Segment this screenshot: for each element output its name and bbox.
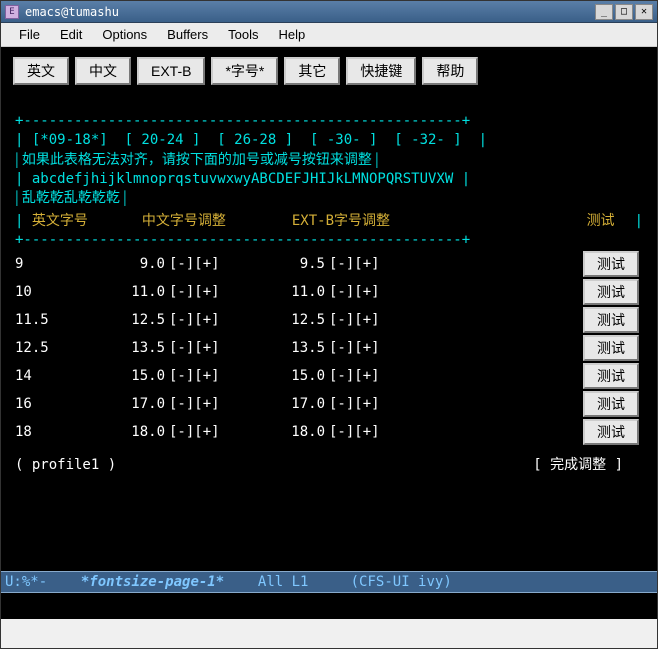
ext-adjust[interactable]: [-][+] bbox=[325, 283, 395, 302]
ext-size: 13.5 bbox=[265, 339, 325, 358]
col-cn: 中文字号调整 bbox=[142, 212, 292, 231]
ext-size: 18.0 bbox=[265, 423, 325, 442]
cn-size: 15.0 bbox=[105, 367, 165, 386]
separator-top: +---------------------------------------… bbox=[15, 113, 470, 129]
table-row: 1617.0[-][+]17.0[-][+]测试 bbox=[5, 390, 653, 418]
preset-row[interactable]: | [*09-18*] [ 20-24 ] [ 26-28 ] [ -30- ]… bbox=[15, 132, 487, 148]
menu-tools[interactable]: Tools bbox=[218, 25, 268, 44]
app-window: E emacs@tumashu _ □ ✕ File Edit Options … bbox=[0, 0, 658, 649]
ext-adjust[interactable]: [-][+] bbox=[325, 395, 395, 414]
tab-shortcuts[interactable]: 快捷键 bbox=[346, 57, 416, 85]
test-button[interactable]: 测试 bbox=[583, 391, 639, 417]
cn-adjust[interactable]: [-][+] bbox=[165, 423, 235, 442]
col-ext: EXT-B字号调整 bbox=[292, 212, 462, 231]
menu-edit[interactable]: Edit bbox=[50, 25, 92, 44]
cjk-sample-row: | 𠄀𠄁乱乾乾𠄂𠄃𠄄𠄅𠄆𠄀𠄁乱乾乾𠄂𠄃𠄄乾𠄂𠄃𠄄𠄅𠄆 | bbox=[15, 187, 127, 207]
ext-size: 9.5 bbox=[265, 255, 325, 274]
cn-size: 12.5 bbox=[105, 311, 165, 330]
maximize-button[interactable]: □ bbox=[615, 4, 633, 20]
modeline-modes: (CFS-UI ivy) bbox=[351, 573, 452, 592]
col-test: 测试 bbox=[587, 212, 615, 231]
close-button[interactable]: ✕ bbox=[635, 4, 653, 20]
table-row: 99.0[-][+]9.5[-][+]测试 bbox=[5, 250, 653, 278]
cn-adjust[interactable]: [-][+] bbox=[165, 283, 235, 302]
test-button[interactable]: 测试 bbox=[583, 335, 639, 361]
test-button[interactable]: 测试 bbox=[583, 363, 639, 389]
en-size: 11.5 bbox=[15, 311, 105, 330]
ext-size: 15.0 bbox=[265, 367, 325, 386]
menu-options[interactable]: Options bbox=[92, 25, 157, 44]
tab-other[interactable]: 其它 bbox=[284, 57, 340, 85]
ext-adjust[interactable]: [-][+] bbox=[325, 423, 395, 442]
en-size: 10 bbox=[15, 283, 105, 302]
tab-chinese[interactable]: 中文 bbox=[75, 57, 131, 85]
table-row: 12.513.5[-][+]13.5[-][+]测试 bbox=[5, 334, 653, 362]
menu-buffers[interactable]: Buffers bbox=[157, 25, 218, 44]
modeline: U:%*- *fontsize-page-1* All L1 (CFS-UI i… bbox=[1, 571, 657, 593]
cn-size: 17.0 bbox=[105, 395, 165, 414]
test-button[interactable]: 测试 bbox=[583, 419, 639, 445]
window-title: emacs@tumashu bbox=[25, 5, 595, 19]
ext-adjust[interactable]: [-][+] bbox=[325, 311, 395, 330]
ext-size: 17.0 bbox=[265, 395, 325, 414]
data-rows: 99.0[-][+]9.5[-][+]测试1011.0[-][+]11.0[-]… bbox=[5, 250, 653, 446]
test-button[interactable]: 测试 bbox=[583, 251, 639, 277]
menubar: File Edit Options Buffers Tools Help bbox=[1, 23, 657, 47]
en-size: 18 bbox=[15, 423, 105, 442]
modeline-position: All L1 bbox=[258, 573, 309, 592]
cn-size: 9.0 bbox=[105, 255, 165, 274]
tab-english[interactable]: 英文 bbox=[13, 57, 69, 85]
tab-extb[interactable]: EXT-B bbox=[137, 57, 205, 85]
cn-size: 18.0 bbox=[105, 423, 165, 442]
en-size: 9 bbox=[15, 255, 105, 274]
test-button[interactable]: 测试 bbox=[583, 307, 639, 333]
cn-adjust[interactable]: [-][+] bbox=[165, 395, 235, 414]
cn-adjust[interactable]: [-][+] bbox=[165, 367, 235, 386]
tab-fontsize[interactable]: *字号* bbox=[211, 57, 278, 85]
ext-size: 12.5 bbox=[265, 311, 325, 330]
table-row: 1011.0[-][+]11.0[-][+]测试 bbox=[5, 278, 653, 306]
note-row: | 如果此表格无法对齐，请按下面的加号或减号按钮来调整 | bbox=[15, 149, 379, 169]
app-icon: E bbox=[5, 5, 19, 19]
titlebar[interactable]: E emacs@tumashu _ □ ✕ bbox=[1, 1, 657, 23]
done-button[interactable]: [ 完成调整 ] bbox=[533, 456, 623, 475]
en-size: 12.5 bbox=[15, 339, 105, 358]
ascii-sample-row: | abcdefjhijklmnoprqstuvwxwyABCDEFJHIJkL… bbox=[15, 171, 470, 187]
profile-label[interactable]: ( profile1 ) bbox=[15, 456, 116, 475]
menu-file[interactable]: File bbox=[9, 25, 50, 44]
ext-adjust[interactable]: [-][+] bbox=[325, 339, 395, 358]
test-button[interactable]: 测试 bbox=[583, 279, 639, 305]
ext-adjust[interactable]: [-][+] bbox=[325, 367, 395, 386]
tab-row: 英文 中文 EXT-B *字号* 其它 快捷键 帮助 bbox=[5, 53, 653, 89]
minimize-button[interactable]: _ bbox=[595, 4, 613, 20]
menu-help[interactable]: Help bbox=[268, 25, 315, 44]
column-headers: | 英文字号 中文字号调整 EXT-B字号调整 测试 | bbox=[5, 212, 653, 231]
tab-help[interactable]: 帮助 bbox=[422, 57, 478, 85]
table-row: 1415.0[-][+]15.0[-][+]测试 bbox=[5, 362, 653, 390]
cn-adjust[interactable]: [-][+] bbox=[165, 311, 235, 330]
modeline-flags: U:%*- bbox=[5, 573, 47, 592]
cn-adjust[interactable]: [-][+] bbox=[165, 339, 235, 358]
cn-size: 11.0 bbox=[105, 283, 165, 302]
cn-size: 13.5 bbox=[105, 339, 165, 358]
col-en: 英文字号 bbox=[32, 212, 142, 231]
table-row: 11.512.5[-][+]12.5[-][+]测试 bbox=[5, 306, 653, 334]
en-size: 16 bbox=[15, 395, 105, 414]
table-row: 1818.0[-][+]18.0[-][+]测试 bbox=[5, 418, 653, 446]
footer-row: ( profile1 ) [ 完成调整 ] bbox=[5, 446, 653, 475]
ext-adjust[interactable]: [-][+] bbox=[325, 255, 395, 274]
separator-mid: +---------------------------------------… bbox=[15, 232, 470, 248]
en-size: 14 bbox=[15, 367, 105, 386]
ext-size: 11.0 bbox=[265, 283, 325, 302]
buffer-content: 英文 中文 EXT-B *字号* 其它 快捷键 帮助 +------------… bbox=[1, 47, 657, 619]
cn-adjust[interactable]: [-][+] bbox=[165, 255, 235, 274]
modeline-buffer: *fontsize-page-1* bbox=[81, 573, 224, 592]
